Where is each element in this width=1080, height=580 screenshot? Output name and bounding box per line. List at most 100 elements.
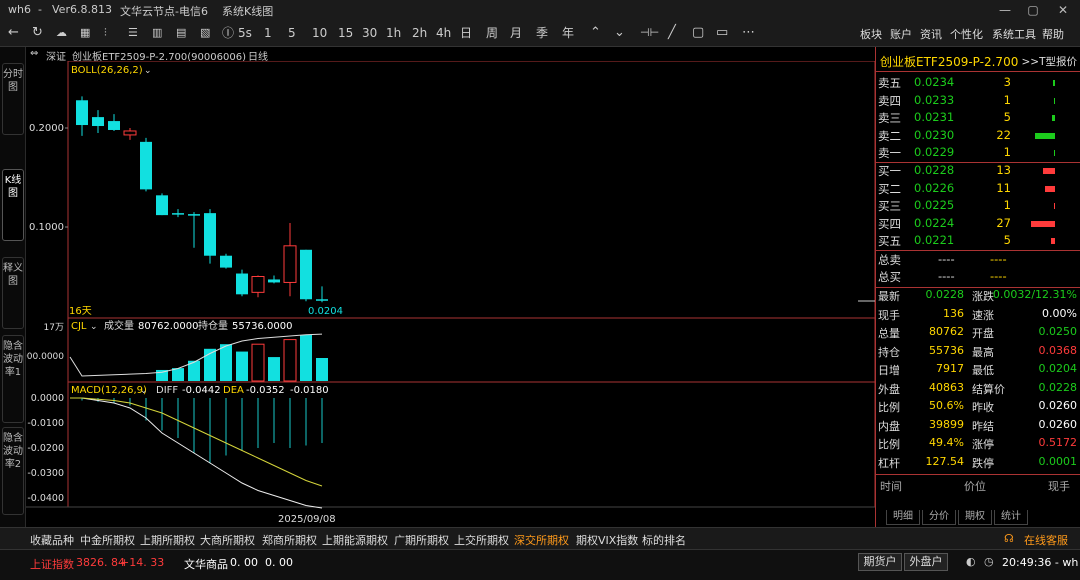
minimize-icon[interactable]: — bbox=[990, 3, 1020, 17]
bottom-tab[interactable]: 中金所期权 bbox=[80, 532, 135, 548]
candle-body[interactable] bbox=[236, 273, 248, 295]
up-arrow-icon[interactable]: ⌃ bbox=[590, 24, 601, 42]
period-button[interactable]: 2h bbox=[412, 24, 427, 42]
speaker-icon[interactable]: ◐ bbox=[966, 555, 976, 568]
candle-body[interactable] bbox=[316, 299, 328, 301]
candle-body[interactable] bbox=[172, 213, 184, 215]
bottom-tab[interactable]: 标的排名 bbox=[642, 532, 686, 548]
cjl-dropdown-icon[interactable]: ⌄ bbox=[90, 322, 98, 332]
period-button[interactable]: 4h bbox=[436, 24, 451, 42]
bottom-tab[interactable]: 上期所期权 bbox=[140, 532, 195, 548]
headset-icon[interactable]: ☊ bbox=[1004, 532, 1014, 545]
period-button[interactable]: 15 bbox=[338, 24, 353, 42]
menu-item[interactable]: 板块 bbox=[860, 26, 882, 42]
boll-dropdown-icon[interactable]: ⌄ bbox=[144, 66, 152, 76]
stat-value: 0.0368 bbox=[1038, 343, 1078, 357]
t-quote-link[interactable]: >>T型报价 bbox=[1021, 54, 1077, 69]
period-button[interactable]: 5s bbox=[238, 24, 252, 42]
panel-tab[interactable]: 分价 bbox=[922, 510, 956, 525]
grid-icon[interactable]: ▦ bbox=[80, 24, 90, 42]
tab-explain[interactable]: 释义图 bbox=[2, 257, 24, 329]
period-button[interactable]: 年 bbox=[562, 24, 574, 42]
line-draw-icon[interactable]: ╱ bbox=[668, 24, 676, 42]
bottom-tab[interactable]: 上交所期权 bbox=[454, 532, 509, 548]
period-button[interactable]: 季 bbox=[536, 24, 548, 42]
candle-body[interactable] bbox=[123, 130, 137, 136]
more-icon[interactable]: ⋯ bbox=[742, 24, 755, 42]
futures-account-button[interactable]: 期货户 bbox=[858, 553, 902, 571]
candle-icon[interactable]: ⫶ bbox=[104, 24, 107, 42]
bottom-tab[interactable]: 深交所期权 bbox=[514, 532, 569, 548]
period-button[interactable]: 日 bbox=[460, 24, 472, 42]
candle-body[interactable] bbox=[300, 249, 312, 300]
bid-row[interactable]: 买一 0.0228 13 bbox=[876, 163, 1080, 180]
outer-account-button[interactable]: 外盘户 bbox=[904, 553, 948, 571]
panel-tab[interactable]: 明细 bbox=[886, 510, 920, 525]
back-icon[interactable]: ← bbox=[8, 24, 19, 42]
candle-body[interactable] bbox=[188, 214, 200, 216]
period-button[interactable]: 1h bbox=[386, 24, 401, 42]
sheet-icon[interactable]: ▧ bbox=[200, 24, 210, 42]
candle-body[interactable] bbox=[283, 245, 297, 283]
bottom-tab[interactable]: 上期能源期权 bbox=[322, 532, 388, 548]
stat-value: 0.0260 bbox=[1038, 399, 1078, 412]
list-icon[interactable]: ☰ bbox=[128, 24, 138, 42]
bottom-tab[interactable]: 大商所期权 bbox=[200, 532, 255, 548]
ask-row[interactable]: 卖五 0.0234 3 bbox=[876, 75, 1080, 92]
candle-body[interactable] bbox=[156, 195, 168, 216]
cloud-icon[interactable]: ☁ bbox=[56, 24, 67, 42]
bid-row[interactable]: 买五 0.0221 5 bbox=[876, 233, 1080, 250]
panel-tab[interactable]: 期权 bbox=[958, 510, 992, 525]
arrows-icon[interactable]: ⇔ bbox=[30, 48, 38, 59]
period-button[interactable]: 周 bbox=[486, 24, 498, 42]
bid-row[interactable]: 买三 0.0225 1 bbox=[876, 198, 1080, 215]
f10-icon[interactable]: Ⓘ bbox=[222, 24, 234, 42]
kline-chart[interactable]: 0.20000.1000BOLL(26,26,2) ⌄16天 0.0204CJL ⌄ 成… bbox=[26, 61, 875, 527]
menu-item[interactable]: 个性化 bbox=[950, 26, 983, 42]
ask-row[interactable]: 卖四 0.0233 1 bbox=[876, 93, 1080, 110]
ask-row[interactable]: 卖三 0.0231 5 bbox=[876, 110, 1080, 127]
candle-body[interactable] bbox=[76, 100, 88, 126]
bottom-tab[interactable]: 广期所期权 bbox=[394, 532, 449, 548]
period-button[interactable]: 10 bbox=[312, 24, 327, 42]
text-icon[interactable]: ▭ bbox=[716, 24, 728, 42]
ask-row[interactable]: 卖二 0.0230 22 bbox=[876, 128, 1080, 145]
table-icon[interactable]: ▤ bbox=[176, 24, 186, 42]
tab-kline[interactable]: K线图 bbox=[2, 169, 24, 241]
bid-row[interactable]: 买四 0.0224 27 bbox=[876, 216, 1080, 233]
bottom-tab[interactable]: 郑商所期权 bbox=[262, 532, 317, 548]
period-button[interactable]: 5 bbox=[288, 24, 296, 42]
macd-dropdown-icon[interactable]: ⌄ bbox=[140, 386, 148, 396]
maximize-icon[interactable]: ▢ bbox=[1018, 3, 1048, 17]
boll-label: BOLL(26,26,2) bbox=[71, 65, 143, 76]
refresh-icon[interactable]: ↻ bbox=[32, 24, 43, 42]
period-button[interactable]: 30 bbox=[362, 24, 377, 42]
close-icon[interactable]: ✕ bbox=[1048, 3, 1078, 17]
column-icon[interactable]: ▥ bbox=[152, 24, 162, 42]
candle-body[interactable] bbox=[268, 279, 280, 283]
tab-iv1[interactable]: 隐含波动率1 bbox=[2, 335, 24, 423]
down-arrow-icon[interactable]: ⌄ bbox=[614, 24, 625, 42]
candle-body[interactable] bbox=[140, 141, 152, 190]
period-button[interactable]: 1 bbox=[264, 24, 272, 42]
ask-row[interactable]: 卖一 0.0229 1 bbox=[876, 145, 1080, 162]
period-button[interactable]: 月 bbox=[510, 24, 522, 42]
candle-body[interactable] bbox=[108, 121, 120, 130]
tab-iv2[interactable]: 隐含波动率2 bbox=[2, 427, 24, 515]
crosshair-icon[interactable]: ⊣⊢ bbox=[640, 24, 659, 42]
candle-body[interactable] bbox=[251, 276, 265, 293]
candle-body[interactable] bbox=[204, 213, 216, 256]
candle-body[interactable] bbox=[92, 117, 104, 127]
tab-timeshare[interactable]: 分时图 bbox=[2, 63, 24, 135]
rect-icon[interactable]: ▢ bbox=[692, 24, 704, 42]
bottom-tab[interactable]: 收藏品种 bbox=[30, 532, 74, 548]
menu-item[interactable]: 帮助 bbox=[1042, 26, 1064, 42]
menu-item[interactable]: 账户 bbox=[890, 26, 912, 42]
bid-row[interactable]: 买二 0.0226 11 bbox=[876, 181, 1080, 198]
bottom-tab[interactable]: 期权VIX指数 bbox=[576, 532, 638, 548]
candle-body[interactable] bbox=[220, 255, 232, 268]
panel-tab[interactable]: 统计 bbox=[994, 510, 1028, 525]
menu-item[interactable]: 系统工具 bbox=[992, 26, 1036, 42]
online-service[interactable]: 在线客服 bbox=[1024, 532, 1068, 548]
menu-item[interactable]: 资讯 bbox=[920, 26, 942, 42]
